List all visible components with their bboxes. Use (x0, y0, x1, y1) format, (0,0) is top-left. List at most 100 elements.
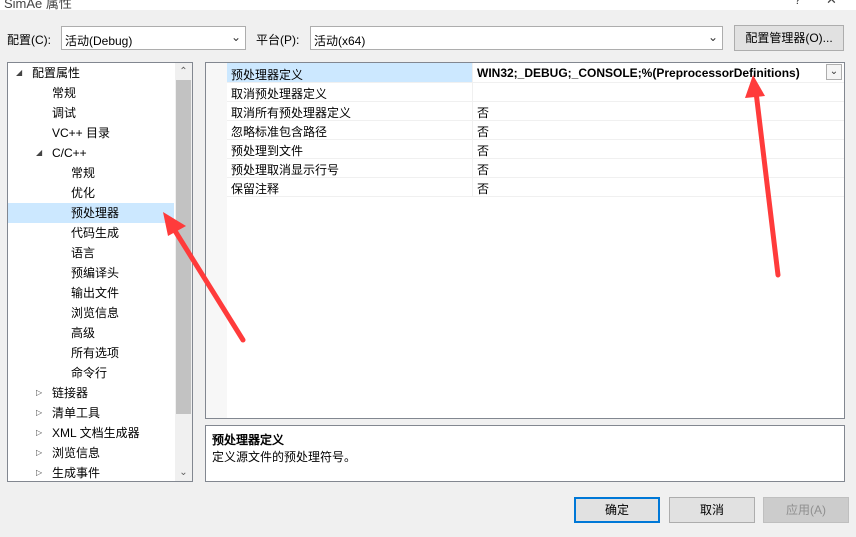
property-value[interactable]: 否 (477, 161, 489, 178)
tree-item[interactable]: ▷ 链接器 (8, 383, 174, 403)
column-divider (472, 120, 473, 139)
tree-item-label: 常规 (52, 86, 77, 100)
scroll-down-icon[interactable]: ⌄ (175, 464, 192, 481)
config-manager-button[interactable]: 配置管理器(O)... (734, 25, 844, 51)
column-divider (472, 101, 473, 120)
expand-icon[interactable]: ▷ (36, 463, 42, 481)
scroll-up-icon[interactable]: ⌃ (175, 63, 192, 80)
tree-item[interactable]: VC++ 目录 (8, 123, 174, 143)
tree-item-label: 输出文件 (71, 286, 120, 300)
cancel-button[interactable]: 取消 (669, 497, 755, 523)
tree-item[interactable]: ▷ XML 文档生成器 (8, 423, 174, 443)
tree-item-label: 常规 (71, 166, 96, 180)
scrollbar-thumb[interactable] (176, 80, 191, 414)
tree-item[interactable]: ▷ 生成事件 (8, 463, 174, 481)
column-divider (472, 82, 473, 101)
description-title: 预处理器定义 (212, 433, 285, 447)
tree-item-label: 配置属性 (32, 66, 81, 80)
tree-item-label: 预处理器 (71, 206, 120, 220)
description-text: 定义源文件的预处理符号。 (212, 450, 357, 464)
property-row[interactable]: 取消所有预处理器定义 否 (227, 101, 844, 121)
column-divider (472, 63, 473, 82)
chevron-down-icon: ⌄ (230, 30, 241, 44)
description-panel: 预处理器定义 定义源文件的预处理符号。 (205, 425, 845, 482)
chevron-down-icon[interactable]: ⌄ (826, 64, 842, 80)
tree-item-label: 浏览信息 (71, 306, 120, 320)
window-title: SimAe 属性 (4, 0, 72, 11)
platform-select-value: 活动(x64) (314, 34, 366, 48)
property-row[interactable]: 忽略标准包含路径 否 (227, 120, 844, 140)
close-icon[interactable]: ✕ (826, 0, 837, 8)
property-row[interactable]: 取消预处理器定义 (227, 82, 844, 102)
tree-item[interactable]: 预处理器 (8, 203, 174, 223)
title-bar: SimAe 属性 ? ✕ (0, 0, 856, 11)
property-row[interactable]: 预处理器定义 WIN32;_DEBUG;_CONSOLE;%(Preprocess… (227, 63, 844, 83)
property-name: 保留注释 (231, 182, 280, 196)
expand-icon[interactable]: ▷ (36, 403, 42, 423)
property-value[interactable]: 否 (477, 142, 489, 159)
tree-item-label: VC++ 目录 (52, 126, 111, 140)
property-value[interactable]: 否 (477, 123, 489, 140)
tree-item[interactable]: 代码生成 (8, 223, 174, 243)
tree-item-label: 调试 (52, 106, 77, 120)
platform-label: 平台(P): (256, 33, 300, 47)
tree-item-label: 优化 (71, 186, 96, 200)
tree-item[interactable]: 高级 (8, 323, 174, 343)
grid-gutter (206, 63, 227, 418)
collapse-icon[interactable]: ◢ (36, 143, 42, 163)
tree-item[interactable]: 浏览信息 (8, 303, 174, 323)
tree-item[interactable]: 常规 (8, 163, 174, 183)
property-row[interactable]: 保留注释 否 (227, 177, 844, 197)
property-row[interactable]: 预处理取消显示行号 否 (227, 158, 844, 178)
tree-item-label: 生成事件 (52, 466, 101, 480)
tree-item[interactable]: 语言 (8, 243, 174, 263)
property-name: 忽略标准包含路径 (231, 125, 328, 139)
property-name: 取消所有预处理器定义 (231, 106, 352, 120)
tree-item-label: C/C++ (52, 146, 87, 160)
tree-item[interactable]: ▷ 浏览信息 (8, 443, 174, 463)
column-divider (472, 177, 473, 196)
tree-item[interactable]: 输出文件 (8, 283, 174, 303)
property-name: 取消预处理器定义 (231, 87, 328, 101)
tree-item[interactable]: 常规 (8, 83, 174, 103)
tree-item[interactable]: ◢ C/C++ (8, 143, 174, 163)
tree-item[interactable]: ▷ 清单工具 (8, 403, 174, 423)
tree-item-label: 所有选项 (71, 346, 120, 360)
tree-item[interactable]: 调试 (8, 103, 174, 123)
tree-item-label: 预编译头 (71, 266, 120, 280)
ok-button[interactable]: 确定 (574, 497, 660, 523)
collapse-icon[interactable]: ◢ (16, 63, 22, 83)
tree-item-label: 链接器 (52, 386, 89, 400)
tree-item-label: 语言 (71, 246, 96, 260)
platform-select[interactable]: 活动(x64) ⌄ (310, 26, 723, 50)
apply-button[interactable]: 应用(A) (763, 497, 849, 523)
property-value[interactable]: 否 (477, 104, 489, 121)
tree-item-label: 浏览信息 (52, 446, 101, 460)
column-divider (472, 139, 473, 158)
tree-item-label: 清单工具 (52, 406, 101, 420)
tree-item-label: XML 文档生成器 (52, 426, 140, 440)
tree-scrollbar[interactable]: ⌃ ⌄ (175, 63, 192, 481)
property-row[interactable]: 预处理到文件 否 (227, 139, 844, 159)
expand-icon[interactable]: ▷ (36, 443, 42, 463)
tree-item-label: 命令行 (71, 366, 108, 380)
property-name: 预处理到文件 (231, 144, 304, 158)
help-icon[interactable]: ? (794, 0, 801, 7)
tree-item[interactable]: ◢ 配置属性 (8, 63, 174, 83)
property-value[interactable]: WIN32;_DEBUG;_CONSOLE;%(PreprocessorDefi… (477, 66, 800, 80)
expand-icon[interactable]: ▷ (36, 383, 42, 403)
property-grid: 预处理器定义 WIN32;_DEBUG;_CONSOLE;%(Preprocess… (205, 62, 845, 419)
config-select[interactable]: 活动(Debug) ⌄ (61, 26, 246, 50)
column-divider (472, 158, 473, 177)
expand-icon[interactable]: ▷ (36, 423, 42, 443)
property-value[interactable]: 否 (477, 180, 489, 197)
config-label: 配置(C): (7, 33, 51, 47)
tree-item[interactable]: 优化 (8, 183, 174, 203)
property-tree[interactable]: ◢ 配置属性 常规 调试 VC++ 目录 ◢ C/C++ 常规 优化 预处理器 代码生成 语言 预编译头… (7, 62, 193, 482)
config-select-value: 活动(Debug) (65, 34, 133, 48)
property-name: 预处理取消显示行号 (231, 163, 340, 177)
tree-item[interactable]: 预编译头 (8, 263, 174, 283)
tree-item[interactable]: 所有选项 (8, 343, 174, 363)
tree-item[interactable]: 命令行 (8, 363, 174, 383)
tree-item-label: 代码生成 (71, 226, 120, 240)
